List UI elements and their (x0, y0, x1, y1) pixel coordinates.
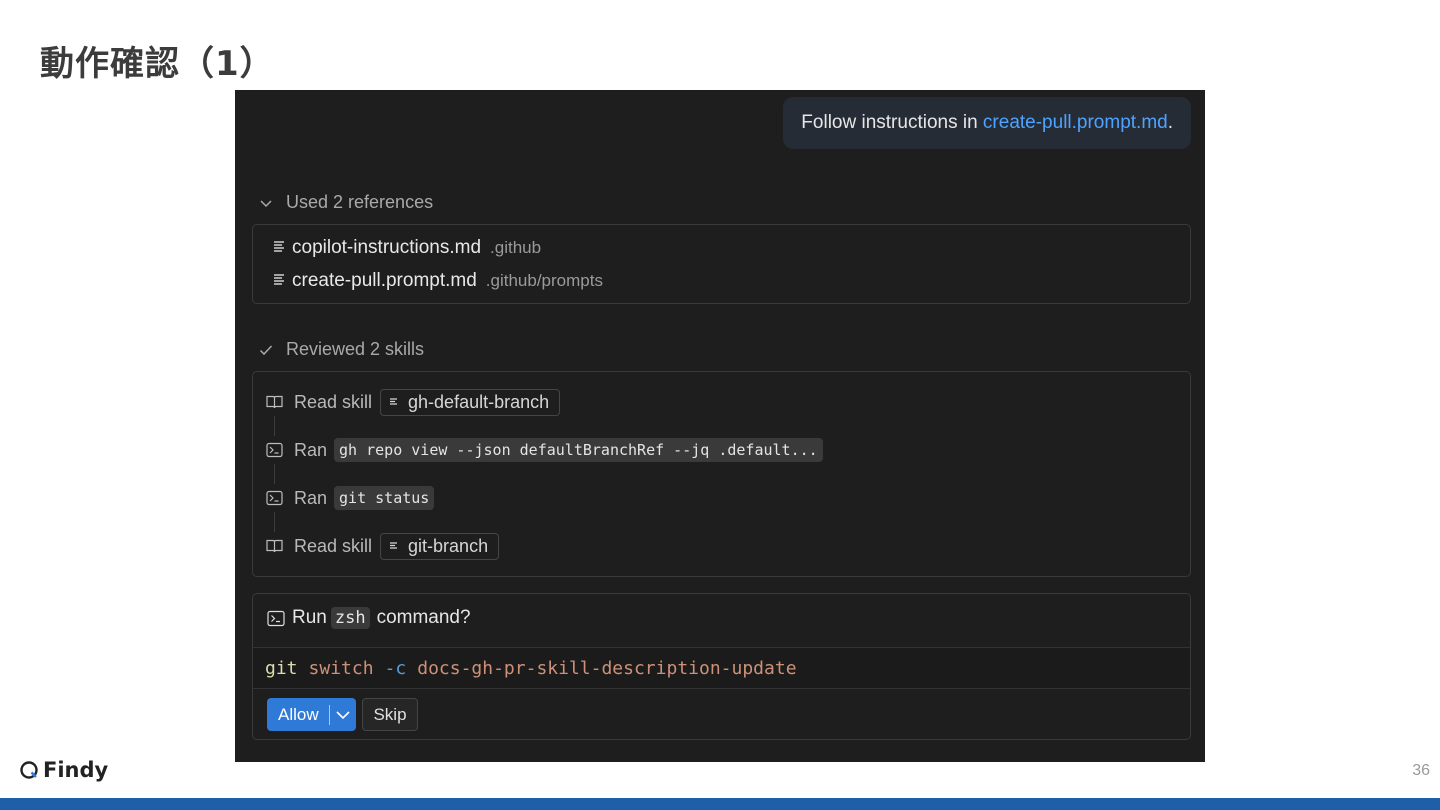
terminal-icon (267, 610, 285, 626)
reference-name: create-pull.prompt.md (292, 270, 477, 291)
timeline-connector (274, 464, 275, 484)
references-list: copilot-instructions.md .github create-p… (252, 224, 1191, 304)
skills-header: Reviewed 2 skills (286, 339, 425, 359)
reference-path: .github/prompts (485, 271, 603, 290)
allow-label: Allow (278, 704, 319, 724)
user-message-prefix: Follow instructions in (801, 112, 983, 133)
timeline-connector (274, 416, 275, 436)
skill-chip[interactable]: gh-default-branch (380, 388, 561, 416)
footer-bar (0, 798, 1440, 810)
reference-path: .github (490, 238, 542, 257)
user-message-bubble: Follow instructions in create-pull.promp… (783, 97, 1191, 149)
file-lines-icon (274, 274, 284, 285)
reference-name: copilot-instructions.md (292, 237, 482, 258)
step-verb: Ran (294, 487, 328, 508)
allow-dropdown-toggle[interactable] (330, 710, 356, 720)
skills-toggle[interactable]: Reviewed 2 skills (259, 339, 424, 360)
step-verb: Read skill (294, 535, 373, 556)
reference-item[interactable]: copilot-instructions.md .github (273, 237, 541, 259)
user-message-suffix: . (1167, 112, 1173, 133)
shell-name: zsh (330, 607, 370, 629)
skill-name: git-branch (408, 535, 489, 556)
command-chip[interactable]: git status (334, 486, 435, 510)
brand-logo: Findy (19, 758, 108, 782)
terminal-icon (266, 442, 283, 458)
skill-step: Ran gh repo view --json defaultBranchRef… (266, 436, 823, 464)
run-prefix: Run (292, 607, 327, 628)
command-chip[interactable]: gh repo view --json defaultBranchRef --j… (334, 438, 823, 462)
skill-step: Read skill gh-default-branch (266, 388, 561, 416)
command-argument: docs-gh-pr-skill-description-update (417, 657, 797, 679)
command-flag: -c (384, 657, 407, 679)
run-suffix: command? (376, 607, 471, 628)
skill-step: Read skill git-branch (266, 532, 500, 560)
prompt-file-link[interactable]: create-pull.prompt.md (983, 112, 1168, 134)
brand-name: Findy (43, 758, 109, 782)
page-number: 36 (1412, 762, 1430, 779)
allow-button[interactable]: Allow (267, 698, 356, 731)
skip-button[interactable]: Skip (362, 698, 418, 731)
skills-list: Read skill gh-default-branch Ran gh repo… (252, 371, 1191, 577)
skill-name: gh-default-branch (408, 391, 550, 412)
timeline-connector (274, 512, 275, 532)
book-icon (266, 395, 283, 409)
file-lines-icon (390, 542, 398, 549)
chevron-down-icon (260, 199, 272, 207)
reference-item[interactable]: create-pull.prompt.md .github/prompts (273, 270, 603, 292)
chat-panel-screenshot: Follow instructions in create-pull.promp… (235, 90, 1205, 762)
run-command-header: Run zsh command? (267, 607, 471, 629)
step-verb: Ran (294, 439, 328, 460)
command-subcommand: switch (308, 657, 374, 679)
skill-step: Ran git status (266, 484, 435, 512)
findy-logo-icon (20, 761, 38, 779)
file-lines-icon (274, 241, 284, 252)
book-icon (266, 539, 283, 553)
file-lines-icon (390, 398, 398, 405)
run-command-confirmation: Run zsh command? git switch -c docs-gh-p… (252, 593, 1191, 740)
skill-chip[interactable]: git-branch (380, 532, 500, 560)
chevron-down-icon (336, 710, 350, 719)
check-icon (259, 344, 273, 355)
references-header: Used 2 references (286, 192, 434, 212)
slide-title: 動作確認（1） (40, 44, 275, 84)
references-toggle[interactable]: Used 2 references (259, 192, 433, 213)
terminal-icon (266, 490, 283, 506)
command-preview: git switch -c docs-gh-pr-skill-descripti… (253, 647, 1190, 689)
command-program: git (265, 657, 298, 679)
step-verb: Read skill (294, 391, 373, 412)
